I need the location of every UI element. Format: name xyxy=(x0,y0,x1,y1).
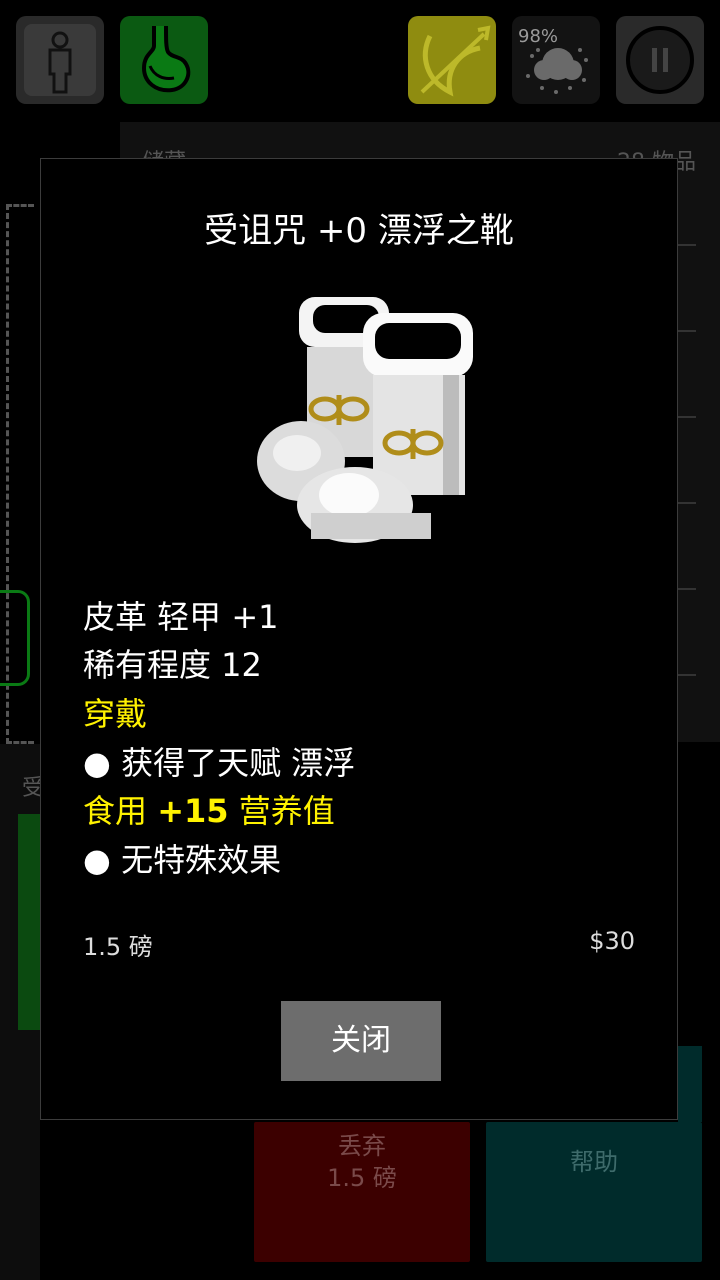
eat-prefix: 食用 xyxy=(83,792,148,830)
item-title: 受诅咒 +0 漂浮之靴 xyxy=(204,211,514,251)
inventory-slot-column xyxy=(678,170,696,730)
eat-value: +15 xyxy=(157,792,229,830)
boots-icon xyxy=(257,297,473,543)
drop-button-weight: 1.5 磅 xyxy=(327,1164,397,1192)
wear-effect: ● 获得了天赋 漂浮 xyxy=(83,744,356,782)
skills-button[interactable] xyxy=(408,16,496,104)
weather-percent: 98% xyxy=(518,26,559,47)
drop-button-label: 丢弃 xyxy=(338,1132,386,1160)
item-price: $30 xyxy=(589,927,635,955)
weather-button[interactable]: 98% xyxy=(512,16,600,104)
side-green-button[interactable] xyxy=(18,814,40,1030)
pause-button[interactable] xyxy=(616,16,704,104)
help-button[interactable]: 帮助 xyxy=(486,1122,702,1262)
help-button-label: 帮助 xyxy=(570,1148,618,1176)
bow-arrow-icon xyxy=(420,25,491,97)
pause-icon xyxy=(626,26,694,94)
stomach-button[interactable] xyxy=(120,16,208,104)
character-button[interactable] xyxy=(16,16,104,104)
rarity-stat: 稀有程度 12 xyxy=(83,646,262,684)
help-button-edge xyxy=(678,1046,702,1122)
eat-header: 食用 +15 营养值 xyxy=(83,791,335,831)
close-button[interactable]: 关闭 xyxy=(281,1001,441,1081)
selected-slot-marker xyxy=(0,590,30,686)
armor-stat: 皮革 轻甲 +1 xyxy=(83,598,279,636)
eat-suffix: 营养值 xyxy=(238,792,335,830)
item-weight: 1.5 磅 xyxy=(83,933,153,961)
item-detail-dialog: 受诅咒 +0 漂浮之靴 皮革 轻甲 +1 稀有程度 12 穿戴 ● 获得了天赋 … xyxy=(40,158,678,1120)
eat-effect: ● 无特殊效果 xyxy=(83,841,282,879)
wear-header: 穿戴 xyxy=(83,695,148,733)
person-icon xyxy=(24,24,96,96)
drop-button[interactable]: 丢弃 1.5 磅 xyxy=(254,1122,470,1262)
stomach-icon xyxy=(141,25,191,93)
